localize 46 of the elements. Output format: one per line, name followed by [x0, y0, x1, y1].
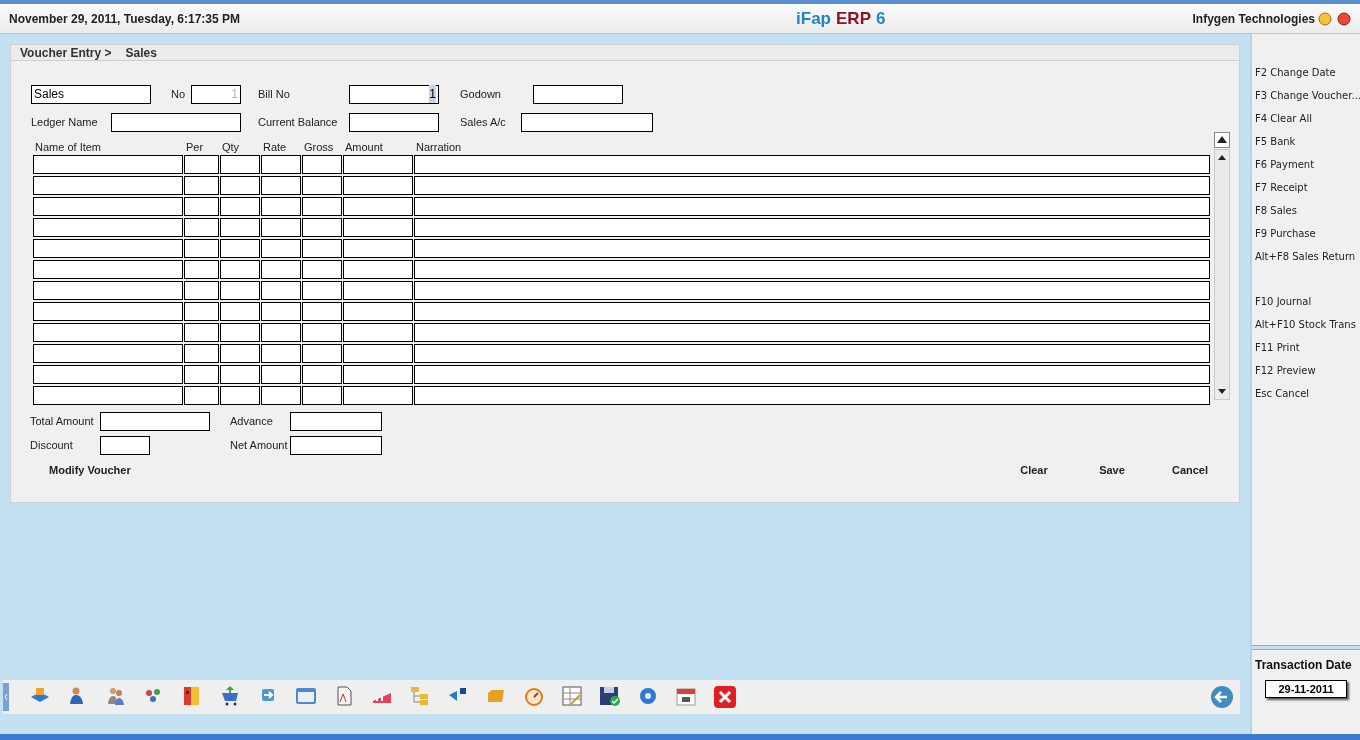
field-label: Advance: [230, 414, 274, 430]
voucher-type-field[interactable]: Sales: [31, 84, 151, 104]
app-title: iFap: [796, 7, 831, 30]
shortcut-item[interactable]: Alt+F10 Stock Trans: [1255, 313, 1360, 336]
field-label: Current Balance: [258, 114, 339, 130]
field-label: Godown: [460, 86, 502, 102]
field-label: Bill No: [258, 86, 291, 102]
shortcut-item[interactable]: F3 Change Voucher...: [1255, 84, 1360, 107]
shortcut-item[interactable]: F7 Receipt: [1255, 176, 1360, 199]
shortcut-item[interactable]: Esc Cancel: [1255, 382, 1360, 405]
action-button[interactable]: Cancel: [1151, 461, 1229, 479]
field-label: Total Amount: [30, 414, 95, 430]
company-name: Infygen Technologies: [1192, 10, 1315, 28]
shortcut-item[interactable]: F8 Sales: [1255, 199, 1360, 222]
shortcut-item[interactable]: F4 Clear All: [1255, 107, 1360, 130]
modify-voucher-button[interactable]: Modify Voucher: [48, 461, 132, 479]
transaction-date-field[interactable]: 29-11-2011: [1265, 680, 1347, 698]
date-time: November 29, 2011, Tuesday, 6:17:35 PM: [9, 10, 241, 28]
shortcut-item[interactable]: F9 Purchase: [1255, 222, 1360, 245]
column-header: Per: [185, 139, 205, 155]
field-label: Net Amount: [230, 438, 289, 454]
shortcut-item[interactable]: F5 Bank: [1255, 130, 1360, 153]
app-title: ERP: [836, 7, 871, 30]
column-header: Amount: [344, 139, 384, 155]
field-label: Sales A/c: [460, 114, 507, 130]
column-header: Name of Item: [34, 139, 103, 155]
column-header: Gross: [303, 139, 335, 155]
action-button[interactable]: Clear: [995, 461, 1073, 479]
shortcut-item[interactable]: F12 Preview: [1255, 359, 1360, 382]
field-label: Ledger Name: [31, 114, 99, 130]
app-title: 6: [876, 7, 886, 30]
transaction-date-label: Transaction Date: [1255, 657, 1353, 674]
column-header: Rate: [262, 139, 288, 155]
shortcut-item[interactable]: F2 Change Date: [1255, 61, 1360, 84]
column-header: Narration: [415, 139, 463, 155]
shortcut-item[interactable]: Alt+F8 Sales Return: [1255, 245, 1360, 268]
field-label: Discount: [30, 438, 74, 454]
action-button[interactable]: Save: [1073, 461, 1151, 479]
bill-number-field[interactable]: 1: [349, 84, 439, 104]
field-label: No: [171, 86, 187, 102]
shortcut-item[interactable]: F11 Print: [1255, 336, 1360, 359]
breadcrumb-item: Voucher Entry >: [20, 44, 112, 62]
breadcrumb-item: Sales: [125, 44, 157, 62]
shortcut-item[interactable]: F6 Payment: [1255, 153, 1360, 176]
column-header: Qty: [221, 139, 241, 155]
shortcut-item[interactable]: F10 Journal: [1255, 290, 1360, 313]
